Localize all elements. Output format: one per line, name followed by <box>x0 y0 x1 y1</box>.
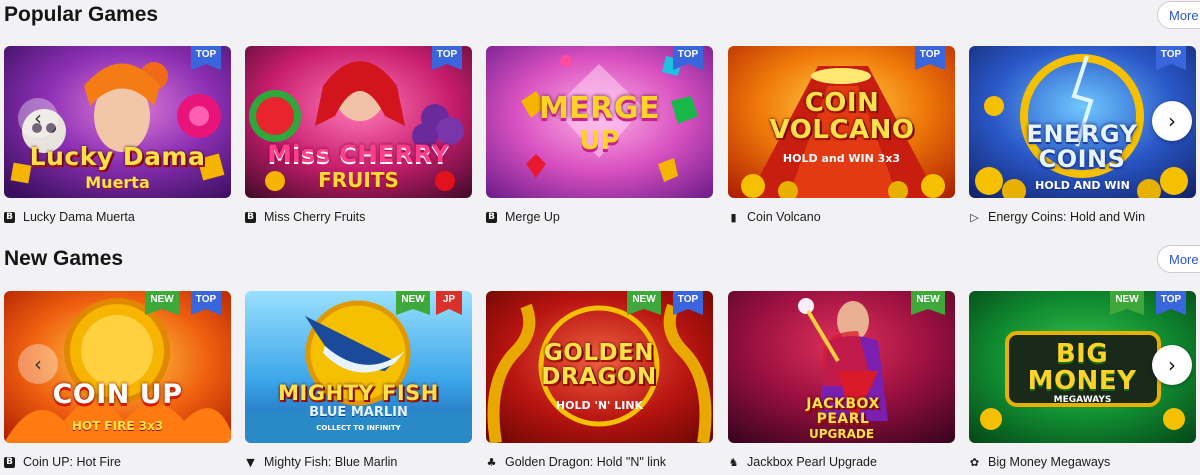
provider-b-icon: B <box>4 456 15 468</box>
prev-arrow-button[interactable]: ‹ <box>18 344 58 384</box>
game-name[interactable]: Mighty Fish: Blue Marlin <box>264 455 397 469</box>
provider-knight-icon: ♞ <box>728 455 739 469</box>
game-label-row: ✿ Big Money Megaways <box>969 451 1110 473</box>
provider-b-icon: B <box>486 211 497 223</box>
section-title: New Games <box>4 247 124 270</box>
game-card[interactable]: Miss CHERRY FRUITS TOP B Miss Cherry Fru… <box>245 46 472 224</box>
game-art-subtitle: UP <box>579 126 620 156</box>
provider-triangle-icon: ▼ <box>246 455 255 469</box>
game-label-row: ♣ Golden Dragon: Hold "N" link <box>486 451 666 473</box>
game-name[interactable]: Miss Cherry Fruits <box>264 210 365 224</box>
game-name[interactable]: Coin Volcano <box>747 210 821 224</box>
game-label-row: B Lucky Dama Muerta <box>4 206 135 228</box>
game-label-row: ▼ Mighty Fish: Blue Marlin <box>245 451 397 473</box>
provider-b-icon: B <box>245 211 256 223</box>
prev-arrow-button[interactable]: ‹ <box>18 98 58 138</box>
game-art-subtitle: UPGRADE <box>808 427 875 441</box>
game-card[interactable]: MIGHTY FISH BLUE MARLIN COLLECT TO INFIN… <box>245 291 472 469</box>
provider-flower-icon: ✿ <box>969 455 980 469</box>
game-thumbnail[interactable]: JACKBOX PEARL UPGRADE NEW <box>728 291 955 443</box>
game-art-subtitle: BLUE MARLIN <box>309 405 408 420</box>
game-art-title: Miss CHERRY <box>267 140 450 168</box>
game-art-title: COIN UP <box>52 379 183 410</box>
game-art-title: MIGHTY FISH <box>278 381 439 405</box>
game-label-row: B Merge Up <box>486 206 560 228</box>
game-card[interactable]: GOLDEN DRAGON HOLD 'N' LINK NEW TOP ♣ Go… <box>486 291 713 469</box>
more-button[interactable]: More <box>1157 1 1200 29</box>
game-card[interactable]: MERGE UP TOP B Merge Up <box>486 46 713 224</box>
section-title: Popular Games <box>4 3 159 26</box>
game-card[interactable]: COIN VOLCANO HOLD and WIN 3x3 TOP ▮ Coin… <box>728 46 955 224</box>
game-thumbnail[interactable]: COIN VOLCANO HOLD and WIN 3x3 TOP <box>728 46 955 198</box>
game-art-title: BIG MONEY <box>1027 339 1137 396</box>
next-arrow-button[interactable]: › <box>1152 345 1192 385</box>
game-thumbnail[interactable]: MERGE UP TOP <box>486 46 713 198</box>
game-name[interactable]: Golden Dragon: Hold "N" link <box>505 455 666 469</box>
game-art-subtitle: HOLD and WIN 3x3 <box>782 152 901 165</box>
game-name[interactable]: Coin UP: Hot Fire <box>23 455 121 469</box>
game-label-row: B Coin UP: Hot Fire <box>4 451 121 473</box>
game-name[interactable]: Big Money Megaways <box>988 455 1110 469</box>
game-card[interactable]: JACKBOX PEARL UPGRADE NEW ♞ Jackbox Pear… <box>728 291 955 469</box>
game-art-title: GOLDEN DRAGON <box>541 340 657 391</box>
game-art-subtitle: MEGAWAYS <box>1053 395 1112 405</box>
game-name[interactable]: Jackbox Pearl Upgrade <box>747 455 877 469</box>
game-name[interactable]: Lucky Dama Muerta <box>23 210 135 224</box>
game-thumbnail[interactable]: MIGHTY FISH BLUE MARLIN COLLECT TO INFIN… <box>245 291 472 443</box>
popular-games-section: Popular Games More Lucky Dama Muerta TOP… <box>0 0 1200 240</box>
game-label-row: ▮ Coin Volcano <box>728 206 821 228</box>
new-games-section: New Games More COIN UP HOT FIRE 3x3 NEW … <box>0 244 1200 475</box>
game-name[interactable]: Energy Coins: Hold and Win <box>988 210 1145 224</box>
game-art-title: Lucky Dama <box>29 142 206 171</box>
game-label-row: ♞ Jackbox Pearl Upgrade <box>728 451 877 473</box>
next-arrow-button[interactable]: › <box>1152 101 1192 141</box>
game-art-subtitle: FRUITS <box>318 168 399 192</box>
game-art-title: JACKBOX PEARL <box>806 396 880 427</box>
provider-play-icon: ▷ <box>970 210 979 224</box>
provider-card-icon: ▮ <box>730 210 737 224</box>
game-art-subtitle: HOLD 'N' LINK <box>555 399 644 412</box>
provider-clover-icon: ♣ <box>486 455 497 469</box>
game-name[interactable]: Merge Up <box>505 210 560 224</box>
game-art-subtitle: HOT FIRE 3x3 <box>71 419 164 433</box>
provider-b-icon: B <box>4 211 15 223</box>
game-art-tagline: COLLECT TO INFINITY <box>316 424 401 432</box>
game-thumbnail[interactable]: Miss CHERRY FRUITS TOP <box>245 46 472 198</box>
game-label-row: B Miss Cherry Fruits <box>245 206 365 228</box>
game-art-subtitle: Muerta <box>85 173 150 192</box>
game-art-subtitle: HOLD AND WIN <box>1035 179 1130 192</box>
game-art-title: MERGE <box>538 91 661 126</box>
more-button[interactable]: More <box>1157 245 1200 273</box>
game-label-row: ▷ Energy Coins: Hold and Win <box>969 206 1145 228</box>
game-thumbnail[interactable]: GOLDEN DRAGON HOLD 'N' LINK NEW TOP <box>486 291 713 443</box>
game-art-title: ENERGY COINS <box>1026 120 1138 174</box>
game-art-title: COIN VOLCANO <box>769 88 915 146</box>
